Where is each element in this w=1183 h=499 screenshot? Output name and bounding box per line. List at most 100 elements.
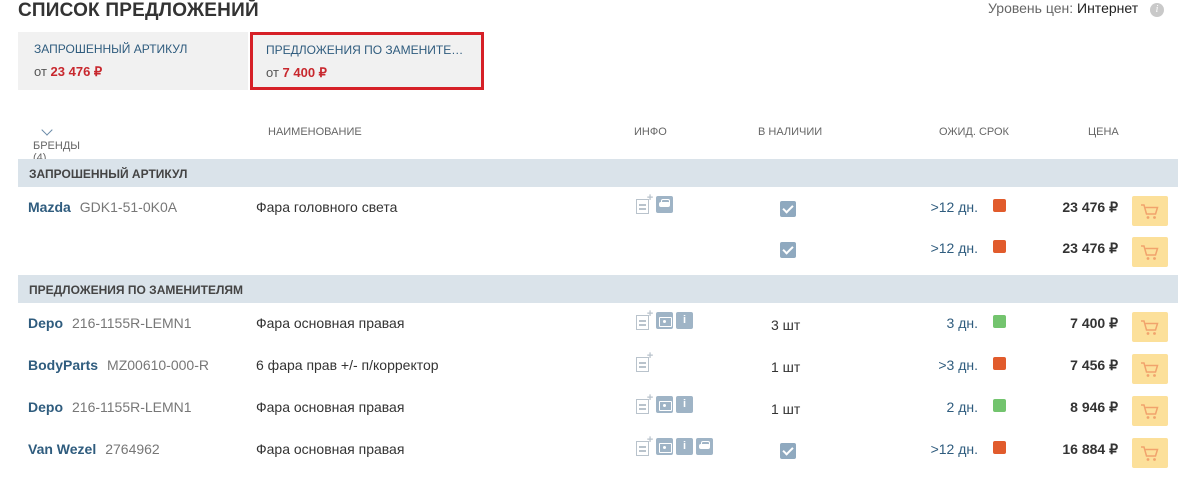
price: 16 884 ₽ — [1062, 441, 1118, 457]
column-name: НАИМЕНОВАНИЕ — [268, 126, 362, 138]
column-stock: В НАЛИЧИИ — [758, 126, 823, 138]
car-icon[interactable] — [656, 196, 673, 213]
price-level-label: Уровень цен: — [988, 0, 1074, 16]
info-icons: + — [635, 192, 673, 215]
part-name: 6 фара прав +/- п/корректор — [256, 357, 439, 373]
column-price: ЦЕНА — [1088, 126, 1119, 138]
column-term: ОЖИД. СРОК — [939, 126, 1009, 138]
delivery-term: 3 дн. — [946, 315, 978, 331]
stock-quantity: 1 шт — [771, 359, 801, 375]
photo-icon[interactable] — [656, 396, 673, 413]
price-level[interactable]: Уровень цен: Интернет i — [988, 0, 1164, 17]
delivery-term: >12 дн. — [930, 240, 978, 256]
status-indicator — [993, 441, 1006, 454]
cart-icon — [1141, 446, 1159, 461]
in-stock-check — [780, 443, 796, 459]
offer-tabs: ЗАПРОШЕННЫЙ АРТИКУЛ от 23 476 ₽ ПРЕДЛОЖЕ… — [18, 32, 484, 90]
info-icon[interactable]: i — [676, 438, 693, 455]
checkbox-icon — [780, 443, 796, 459]
table-row: BodyParts MZ00610-000-R 6 фара прав +/- п… — [18, 350, 1178, 390]
doc-add-icon[interactable]: + — [635, 308, 653, 331]
tab-replacement-offers[interactable]: ПРЕДЛОЖЕНИЯ ПО ЗАМЕНИТЕЛЯМ от 7 400 ₽ — [250, 32, 484, 90]
stock-quantity: 1 шт — [771, 401, 801, 417]
delivery-term: >3 дн. — [938, 357, 978, 373]
add-to-cart-button[interactable] — [1132, 312, 1168, 342]
price: 8 946 ₽ — [1070, 399, 1118, 415]
article-code: 216-1155R-LEMN1 — [72, 315, 192, 331]
cart-icon — [1141, 245, 1159, 260]
price: 23 476 ₽ — [1062, 199, 1118, 215]
part-name: Фара основная правая — [256, 315, 405, 331]
article-code: 2764962 — [105, 441, 160, 457]
cart-icon — [1141, 204, 1159, 219]
status-indicator — [993, 399, 1006, 412]
status-indicator — [993, 315, 1006, 328]
table-row: Van Wezel 2764962 Фара основная правая + … — [18, 434, 1178, 474]
checkbox-icon — [780, 201, 796, 217]
table-row: Depo 216-1155R-LEMN1 Фара основная правая… — [18, 392, 1178, 432]
page-title: СПИСОК ПРЕДЛОЖЕНИЙ — [18, 0, 259, 21]
price: 7 400 ₽ — [1070, 315, 1118, 331]
chevron-down-icon[interactable] — [41, 124, 53, 136]
checkbox-icon — [780, 242, 796, 258]
in-stock-check — [780, 242, 796, 258]
tab-price: от 23 476 ₽ — [34, 64, 103, 79]
info-icon[interactable]: i — [676, 396, 693, 413]
price-level-value[interactable]: Интернет — [1077, 0, 1138, 16]
table-row: >12 дн. 23 476 ₽ — [18, 233, 1178, 273]
info-icons: + i — [635, 434, 713, 457]
part-name: Фара головного света — [256, 199, 398, 215]
part-name: Фара основная правая — [256, 441, 405, 457]
add-to-cart-button[interactable] — [1132, 196, 1168, 226]
add-to-cart-button[interactable] — [1132, 354, 1168, 384]
add-to-cart-button[interactable] — [1132, 438, 1168, 468]
info-icons: + i — [635, 308, 693, 331]
delivery-term: >12 дн. — [930, 441, 978, 457]
part-name: Фара основная правая — [256, 399, 405, 415]
section-requested: ЗАПРОШЕННЫЙ АРТИКУЛ — [18, 159, 1178, 187]
delivery-term: >12 дн. — [930, 199, 978, 215]
brand-link[interactable]: Van Wezel 2764962 — [28, 441, 160, 457]
article-code: GDK1-51-0K0A — [79, 199, 178, 215]
table-row: Mazda GDK1-51-0K0A Фара головного света +… — [18, 192, 1178, 232]
section-replacements: ПРЕДЛОЖЕНИЯ ПО ЗАМЕНИТЕЛЯМ — [18, 275, 1178, 303]
tab-price: от 7 400 ₽ — [266, 65, 327, 80]
status-indicator — [993, 199, 1006, 212]
doc-add-icon[interactable]: + — [635, 192, 653, 215]
price: 7 456 ₽ — [1070, 357, 1118, 373]
add-to-cart-button[interactable] — [1132, 396, 1168, 426]
photo-icon[interactable] — [656, 438, 673, 455]
column-info: ИНФО — [634, 126, 667, 138]
info-icons: + i — [635, 392, 693, 415]
doc-add-icon[interactable]: + — [635, 434, 653, 457]
brand-link[interactable]: BodyParts MZ00610-000-R — [28, 357, 209, 373]
status-indicator — [993, 357, 1006, 370]
cart-icon — [1141, 320, 1159, 335]
article-code: 216-1155R-LEMN1 — [72, 399, 192, 415]
brand-link[interactable]: Mazda GDK1-51-0K0A — [28, 199, 177, 215]
table-row: Depo 216-1155R-LEMN1 Фара основная правая… — [18, 308, 1178, 348]
price: 23 476 ₽ — [1062, 240, 1118, 256]
in-stock-check — [780, 201, 796, 217]
brand-link[interactable]: Depo 216-1155R-LEMN1 — [28, 399, 192, 415]
info-icon[interactable]: i — [676, 312, 693, 329]
brand-link[interactable]: Depo 216-1155R-LEMN1 — [28, 315, 192, 331]
table-header: БРЕНДЫ (4) НАИМЕНОВАНИЕ ИНФО В НАЛИЧИИ О… — [18, 112, 1178, 164]
status-indicator — [993, 240, 1006, 253]
info-icons: + — [635, 350, 653, 373]
tab-label: ЗАПРОШЕННЫЙ АРТИКУЛ — [34, 42, 188, 56]
cart-icon — [1141, 404, 1159, 419]
article-code: MZ00610-000-R — [107, 357, 209, 373]
doc-add-icon[interactable]: + — [635, 350, 653, 373]
photo-icon[interactable] — [656, 312, 673, 329]
tab-requested-article[interactable]: ЗАПРОШЕННЫЙ АРТИКУЛ от 23 476 ₽ — [18, 32, 248, 90]
add-to-cart-button[interactable] — [1132, 237, 1168, 267]
tab-label: ПРЕДЛОЖЕНИЯ ПО ЗАМЕНИТЕЛЯМ — [266, 43, 468, 57]
cart-icon — [1141, 362, 1159, 377]
delivery-term: 2 дн. — [946, 399, 978, 415]
car-icon[interactable] — [696, 438, 713, 455]
brands-filter[interactable]: БРЕНДЫ (4) — [33, 124, 80, 164]
stock-quantity: 3 шт — [771, 317, 801, 333]
info-icon[interactable]: i — [1150, 3, 1164, 17]
doc-add-icon[interactable]: + — [635, 392, 653, 415]
